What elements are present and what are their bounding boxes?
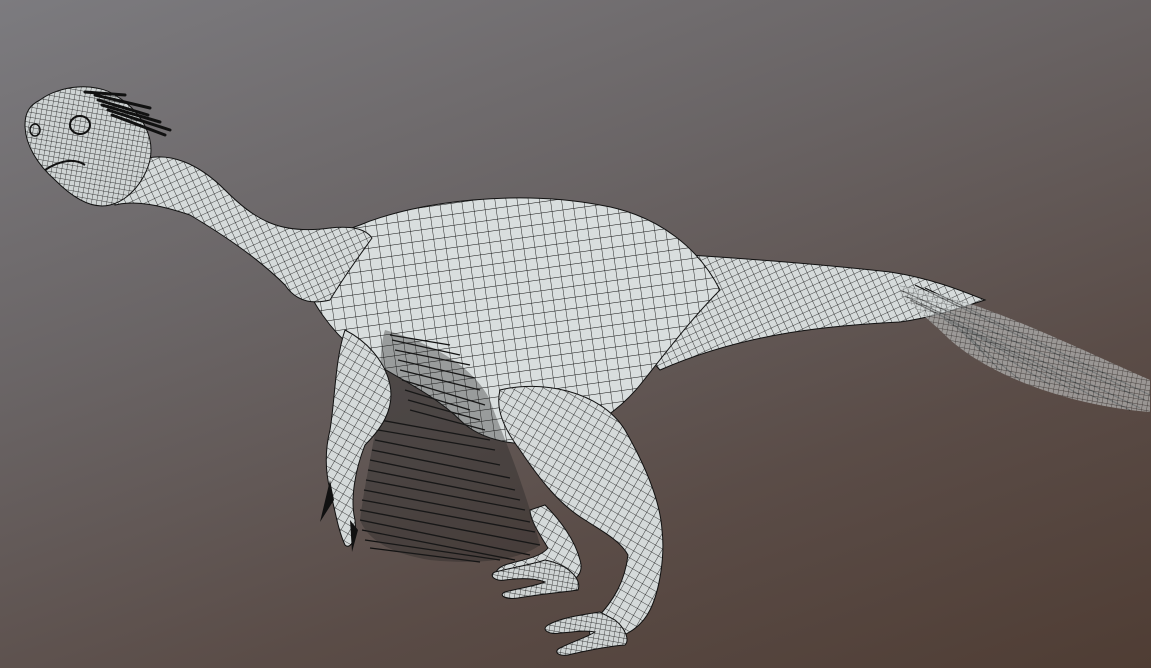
3d-viewport[interactable] (0, 0, 1151, 668)
neck (114, 156, 373, 303)
wireframe-model[interactable] (0, 0, 1151, 668)
tail-feather-fill (900, 285, 1150, 412)
